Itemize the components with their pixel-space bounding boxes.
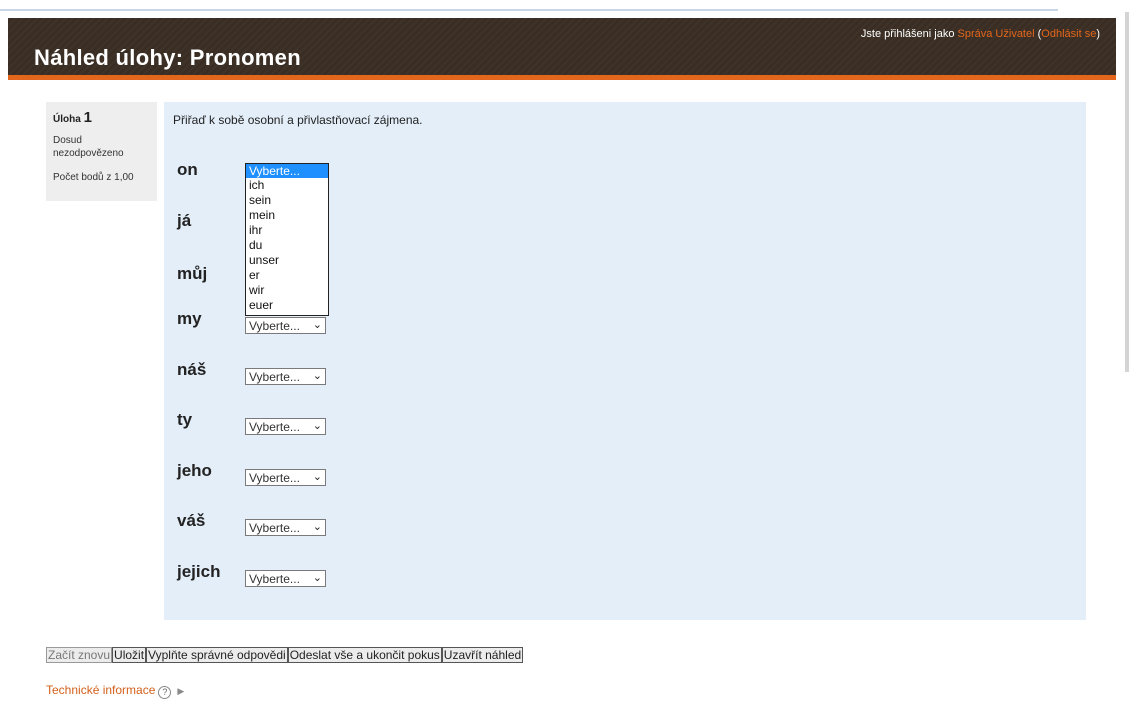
dropdown-option[interactable]: sein (246, 193, 328, 208)
question-state: Dosud nezodpovězeno (53, 135, 124, 159)
fill-correct-button[interactable]: Vyplňte správné odpovědi (146, 647, 288, 663)
chevron-down-icon: ⌄ (312, 471, 322, 483)
question-number-value: 1 (83, 109, 92, 126)
question-circle-icon[interactable]: ? (158, 686, 172, 699)
match-word: náš (177, 360, 207, 379)
dropdown-option[interactable]: ich (246, 178, 328, 193)
page-header: Náhled úlohy: Pronomen Jste přihlášeni j… (8, 18, 1116, 80)
match-word: jeho (177, 461, 212, 480)
logout-link[interactable]: Odhlásit se (1041, 28, 1096, 40)
chevron-down-icon: ⌄ (312, 521, 322, 533)
answer-select[interactable]: Vyberte... ⌄ (245, 519, 326, 536)
question-number: Úloha 1 (53, 109, 92, 126)
dropdown-option[interactable]: wir (246, 283, 328, 298)
select-value: Vyberte... (249, 521, 300, 535)
save-button[interactable]: Uložit (112, 647, 147, 663)
select-value: Vyberte... (249, 572, 300, 586)
match-word: my (177, 309, 202, 328)
dropdown-option[interactable]: Vyberte... (246, 164, 328, 178)
action-buttons: Začít znovu Uložit Vyplňte správné odpov… (46, 647, 524, 663)
page-title: Náhled úlohy: Pronomen (34, 45, 301, 70)
question-info-panel: Úloha 1 Dosud nezodpovězeno Počet bodů z… (46, 102, 157, 201)
answer-select[interactable]: Vyberte... ⌄ (245, 418, 326, 435)
triangle-right-icon[interactable]: ▶ (177, 686, 184, 697)
close-preview-button[interactable]: Uzavřít náhled (441, 647, 524, 663)
dropdown-option[interactable]: mein (246, 208, 328, 223)
dropdown-option[interactable]: du (246, 238, 328, 253)
answer-dropdown-list[interactable]: Vyberte... ich sein mein ihr du unser er… (245, 163, 329, 316)
page-scrollbar[interactable] (1125, 12, 1129, 372)
technical-info[interactable]: Technické informace? ▶ (46, 683, 184, 699)
question-label: Úloha (53, 114, 81, 125)
dropdown-option[interactable]: ihr (246, 223, 328, 238)
select-value: Vyberte... (249, 420, 300, 434)
match-word: on (177, 160, 198, 179)
answer-select[interactable]: Vyberte... ⌄ (245, 368, 326, 385)
question-grade: Počet bodů z 1,00 (53, 172, 134, 183)
user-link[interactable]: Správa Uživatel (958, 28, 1035, 40)
select-value: Vyberte... (249, 370, 300, 384)
browser-top-edge (0, 0, 1058, 11)
match-word: váš (177, 511, 206, 530)
match-word: já (177, 211, 192, 230)
answer-select[interactable]: Vyberte... ⌄ (245, 570, 326, 587)
technical-info-label[interactable]: Technické informace (46, 683, 155, 697)
chevron-down-icon: ⌄ (312, 319, 322, 331)
question-prompt: Přiřaď k sobě osobní a přivlastňovací zá… (173, 113, 423, 127)
restart-button[interactable]: Začít znovu (46, 647, 113, 663)
chevron-down-icon: ⌄ (312, 370, 322, 382)
submit-all-button[interactable]: Odeslat vše a ukončit pokus (287, 647, 442, 663)
select-value: Vyberte... (249, 471, 300, 485)
match-word: jejich (177, 562, 221, 581)
answer-select[interactable]: Vyberte... ⌄ (245, 469, 326, 486)
dropdown-option[interactable]: unser (246, 253, 328, 268)
match-word: ty (177, 410, 193, 429)
logout-close-paren: ) (1096, 28, 1100, 40)
select-value: Vyberte... (249, 319, 300, 333)
dropdown-option[interactable]: er (246, 268, 328, 283)
match-word: můj (177, 264, 208, 283)
login-prefix: Jste přihlášeni jako (860, 28, 958, 40)
chevron-down-icon: ⌄ (312, 420, 322, 432)
dropdown-option[interactable]: euer (246, 298, 328, 313)
chevron-down-icon: ⌄ (312, 572, 322, 584)
login-info: Jste přihlášeni jako Správa Uživatel (Od… (861, 28, 1100, 40)
answer-select[interactable]: Vyberte... ⌄ (245, 317, 326, 334)
